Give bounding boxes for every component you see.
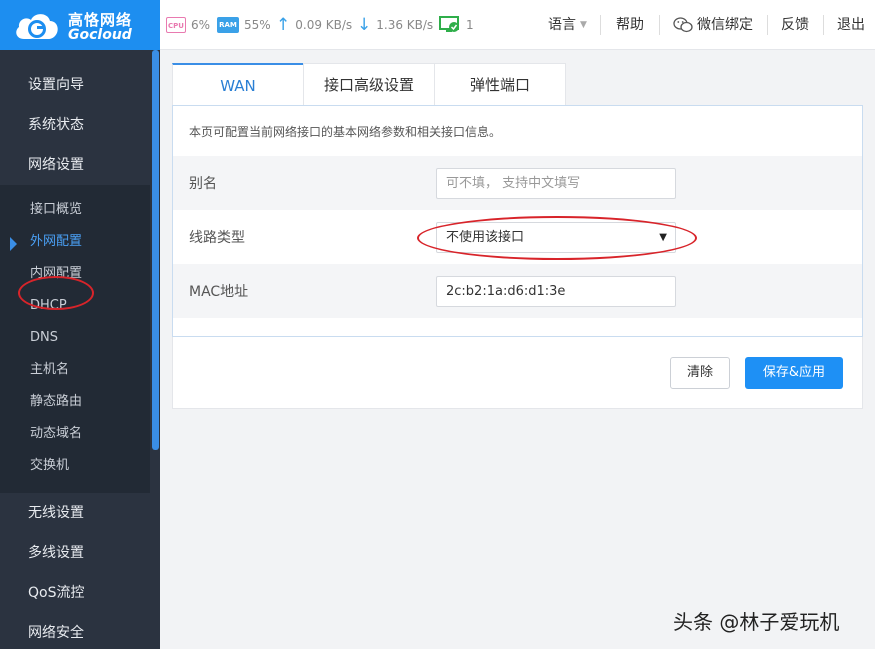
- sidebar-sub-switch[interactable]: 交换机: [30, 457, 69, 475]
- sidebar-sub-ddns[interactable]: 动态域名: [30, 425, 82, 443]
- sidebar-sub-hostname[interactable]: 主机名: [30, 361, 69, 379]
- wechat-bind-link[interactable]: 微信绑定: [673, 16, 753, 34]
- logout-link[interactable]: 退出: [837, 16, 865, 34]
- upload-arrow-icon: ↑: [276, 15, 291, 35]
- wan-form-card: 本页可配置当前网络接口的基本网络参数和相关接口信息。 别名 可不填， 支持中文填…: [172, 105, 863, 337]
- sidebar-item-security[interactable]: 网络安全: [28, 623, 84, 643]
- download-stat: ↓ 1.36 KB/s: [357, 15, 433, 35]
- devices-count: 1: [466, 18, 474, 32]
- sidebar-item-qos[interactable]: QoS流控: [28, 583, 84, 603]
- sidebar-scroll-thumb[interactable]: [152, 50, 159, 450]
- tab-elastic-port[interactable]: 弹性端口: [434, 63, 566, 105]
- brand-name-en: Gocloud: [68, 27, 132, 43]
- mac-row: MAC地址 2c:b2:1a:d6:d1:3e: [173, 264, 862, 318]
- line-type-row: 线路类型 不使用该接口 ▼: [173, 210, 862, 264]
- clear-button[interactable]: 清除: [670, 357, 730, 389]
- monitor-check-icon: [439, 16, 459, 32]
- nav-divider: [767, 15, 768, 35]
- sidebar: 设置向导 系统状态 网络设置 接口概览 外网配置 内网配置 DHCP DNS 主…: [0, 50, 160, 649]
- wechat-bind-label: 微信绑定: [697, 17, 753, 33]
- language-menu[interactable]: 语言 ▼: [548, 16, 587, 34]
- page-description: 本页可配置当前网络接口的基本网络参数和相关接口信息。: [189, 125, 502, 139]
- mac-input[interactable]: 2c:b2:1a:d6:d1:3e: [436, 276, 676, 307]
- sidebar-sub-dns[interactable]: DNS: [30, 329, 58, 347]
- feedback-link[interactable]: 反馈: [781, 16, 809, 34]
- nav-divider: [600, 15, 601, 35]
- sidebar-item-system-status[interactable]: 系统状态: [28, 115, 84, 135]
- active-indicator-icon: [10, 237, 17, 251]
- ram-icon: RAM: [217, 17, 239, 33]
- chevron-down-icon: ▼: [580, 20, 587, 30]
- alias-label: 别名: [189, 176, 217, 192]
- brand-logo[interactable]: 高恪网络 Gocloud: [0, 0, 160, 50]
- sidebar-item-setup-wizard[interactable]: 设置向导: [28, 75, 84, 95]
- nav-divider: [823, 15, 824, 35]
- cloud-logo-icon: [16, 14, 58, 39]
- download-arrow-icon: ↓: [357, 15, 372, 35]
- sidebar-sub-interface-overview[interactable]: 接口概览: [30, 201, 82, 219]
- devices-stat[interactable]: 1: [439, 15, 474, 35]
- nav-divider: [659, 15, 660, 35]
- mac-label: MAC地址: [189, 284, 249, 300]
- cpu-icon: CPU: [166, 17, 186, 33]
- sidebar-item-multiline[interactable]: 多线设置: [28, 543, 84, 563]
- line-type-label: 线路类型: [189, 230, 245, 246]
- upload-value: 0.09 KB/s: [295, 18, 353, 32]
- ram-stat: RAM 55%: [217, 15, 271, 35]
- watermark-text: 头条 @林子爱玩机: [673, 610, 840, 634]
- download-value: 1.36 KB/s: [376, 18, 434, 32]
- language-label: 语言: [548, 17, 576, 33]
- sidebar-item-network-settings[interactable]: 网络设置: [28, 155, 84, 175]
- wechat-icon: [673, 17, 693, 33]
- tab-wan[interactable]: WAN: [172, 63, 304, 105]
- top-bar: 高恪网络 Gocloud CPU 6% RAM 55% ↑ 0.09 KB/s …: [0, 0, 875, 50]
- save-apply-button[interactable]: 保存&应用: [745, 357, 843, 389]
- sidebar-sub-wan-config[interactable]: 外网配置: [30, 233, 82, 251]
- upload-stat: ↑ 0.09 KB/s: [276, 15, 352, 35]
- alias-input[interactable]: 可不填， 支持中文填写: [436, 168, 676, 199]
- help-link[interactable]: 帮助: [616, 16, 644, 34]
- tab-advanced[interactable]: 接口高级设置: [303, 63, 435, 105]
- annotation-circle: [18, 276, 94, 310]
- cpu-stat: CPU 6%: [166, 15, 210, 35]
- ram-value: 55%: [244, 18, 271, 32]
- sidebar-item-wireless[interactable]: 无线设置: [28, 503, 84, 523]
- alias-row: 别名 可不填， 支持中文填写: [173, 156, 862, 210]
- cpu-value: 6%: [191, 18, 211, 32]
- sidebar-sub-static-route[interactable]: 静态路由: [30, 393, 82, 411]
- annotation-circle: [417, 216, 697, 260]
- action-bar: 清除 保存&应用: [172, 337, 863, 409]
